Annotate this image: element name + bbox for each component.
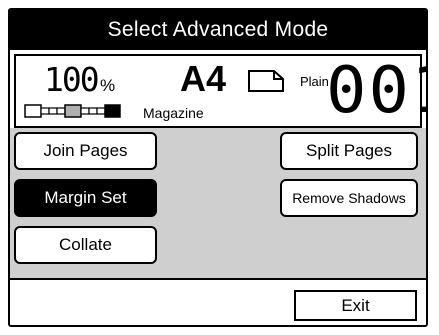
zoom-value: 100 (44, 60, 100, 99)
advanced-mode-window: Select Advanced Mode 100 % A4 Plain 001 (8, 8, 428, 327)
mode-button-panel: Join Pages Split Pages Margin Set Remove… (10, 128, 426, 278)
paper-size: A4 (180, 58, 227, 99)
copy-counter: 001 (326, 54, 426, 128)
zoom-unit: % (100, 76, 116, 95)
footer-bar: Exit (10, 278, 426, 325)
booklet-strip-icon (24, 104, 138, 123)
window-title: Select Advanced Mode (10, 10, 426, 50)
join-pages-button[interactable]: Join Pages (14, 132, 157, 170)
layout-label: Magazine (143, 105, 204, 121)
status-display: 100 % A4 Plain 001 Magazine (14, 54, 426, 128)
margin-set-button[interactable]: Margin Set (14, 179, 157, 217)
portrait-page-icon (248, 70, 284, 97)
collate-button[interactable]: Collate (14, 226, 157, 264)
paper-type: Plain (300, 74, 329, 89)
remove-shadows-button[interactable]: Remove Shadows (280, 179, 418, 217)
split-pages-button[interactable]: Split Pages (280, 132, 418, 170)
exit-button[interactable]: Exit (294, 290, 417, 321)
